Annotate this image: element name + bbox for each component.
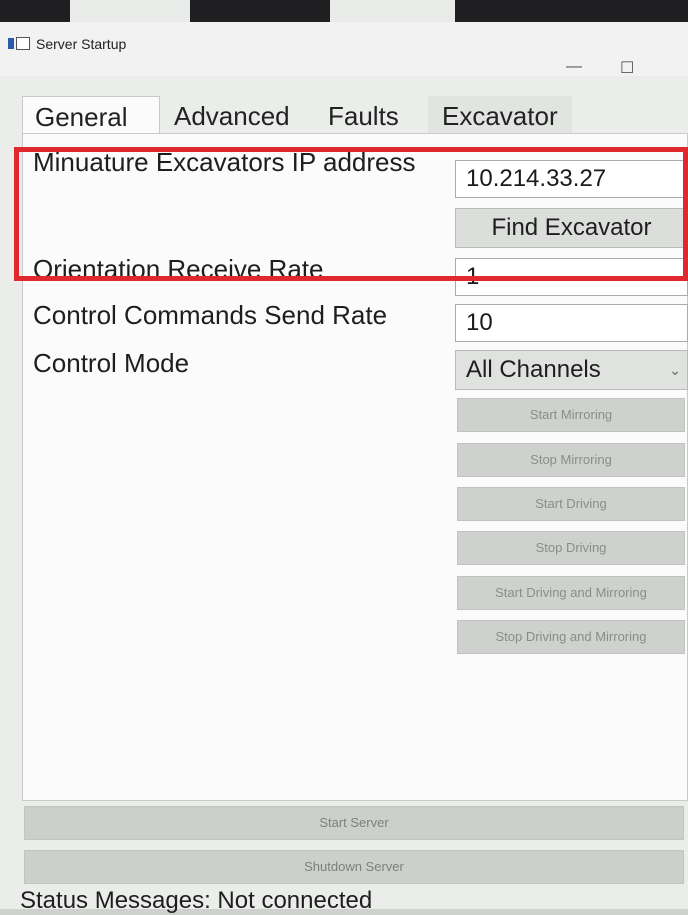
tab-faults[interactable]: Faults: [328, 96, 399, 136]
taskbar-segment: [455, 0, 688, 22]
stop-driving-button[interactable]: Stop Driving: [457, 531, 685, 565]
minimize-button[interactable]: —: [566, 58, 582, 76]
stop-driving-mirroring-button[interactable]: Stop Driving and Mirroring: [457, 620, 685, 654]
control-send-rate-input[interactable]: 10: [455, 304, 688, 342]
window-title: Server Startup: [36, 36, 127, 52]
control-mode-label: Control Mode: [33, 348, 190, 378]
tab-excavator[interactable]: Excavator: [428, 96, 572, 136]
status-message: Status Messages: Not connected: [20, 887, 373, 914]
start-driving-mirroring-button[interactable]: Start Driving and Mirroring: [457, 576, 685, 610]
server-startup-window: Server Startup — ☐ General Advanced Faul…: [0, 22, 688, 909]
tab-general[interactable]: General: [22, 96, 160, 136]
chevron-down-icon: ⌄: [669, 362, 681, 378]
stop-mirroring-button[interactable]: Stop Mirroring: [457, 443, 685, 477]
taskbar-segment: [0, 0, 70, 22]
taskbar-segment: [190, 0, 330, 22]
start-mirroring-button[interactable]: Start Mirroring: [457, 398, 685, 432]
control-send-rate-label: Control Commands Send Rate: [33, 300, 388, 330]
title-bar: Server Startup — ☐: [0, 22, 688, 78]
maximize-button[interactable]: ☐: [620, 58, 634, 78]
tab-advanced[interactable]: Advanced: [174, 96, 290, 136]
monitor-top-strip: [0, 0, 688, 22]
tab-bar: General Advanced Faults Excavator: [22, 96, 688, 136]
shutdown-server-button[interactable]: Shutdown Server: [24, 850, 684, 884]
app-icon: [8, 37, 30, 50]
start-server-button[interactable]: Start Server: [24, 806, 684, 840]
highlight-annotation: [14, 147, 688, 281]
control-mode-value: All Channels: [466, 356, 601, 383]
control-mode-select[interactable]: All Channels ⌄: [455, 350, 688, 390]
start-driving-button[interactable]: Start Driving: [457, 487, 685, 521]
